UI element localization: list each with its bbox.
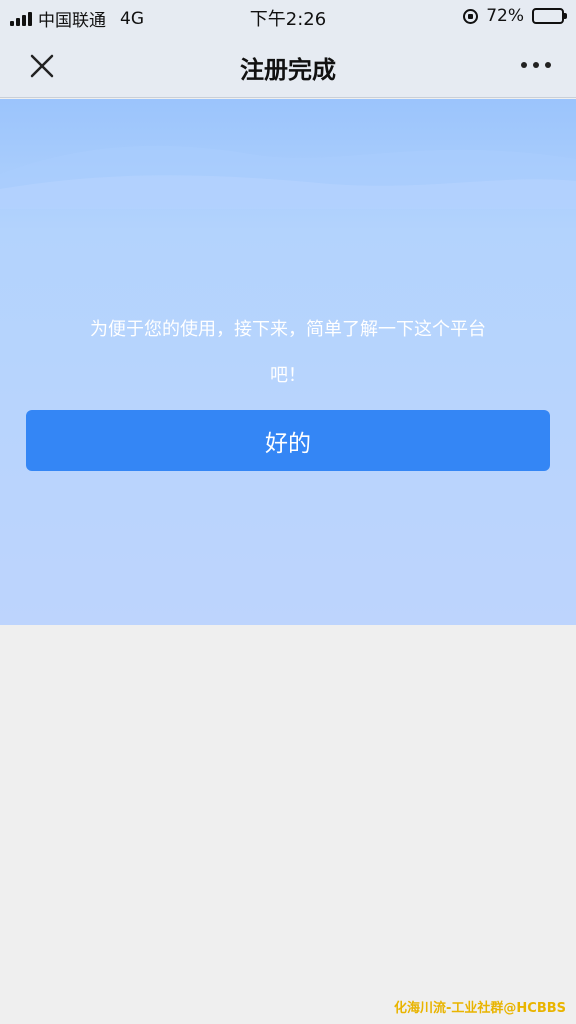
more-horizontal-icon xyxy=(521,62,551,68)
nav-bar: 注册完成 xyxy=(0,32,576,98)
page-title: 注册完成 xyxy=(240,56,336,84)
hero-panel: 为便于您的使用，接下来，简单了解一下这个平台吧！ 好的 xyxy=(0,99,576,625)
status-right: 72% xyxy=(463,6,567,26)
battery-icon xyxy=(532,8,567,24)
more-button[interactable] xyxy=(516,50,556,80)
welcome-message: 为便于您的使用，接下来，简单了解一下这个平台吧！ xyxy=(90,319,486,386)
battery-percent: 72% xyxy=(486,6,524,26)
ok-button[interactable]: 好的 xyxy=(26,410,550,471)
wave-decoration xyxy=(0,145,576,209)
rotation-lock-icon xyxy=(463,8,479,24)
watermark: 化海川流-工业社群@HCBBS xyxy=(394,1001,566,1016)
status-bar: 中国联通 4G 下午2:26 72% xyxy=(0,0,576,32)
